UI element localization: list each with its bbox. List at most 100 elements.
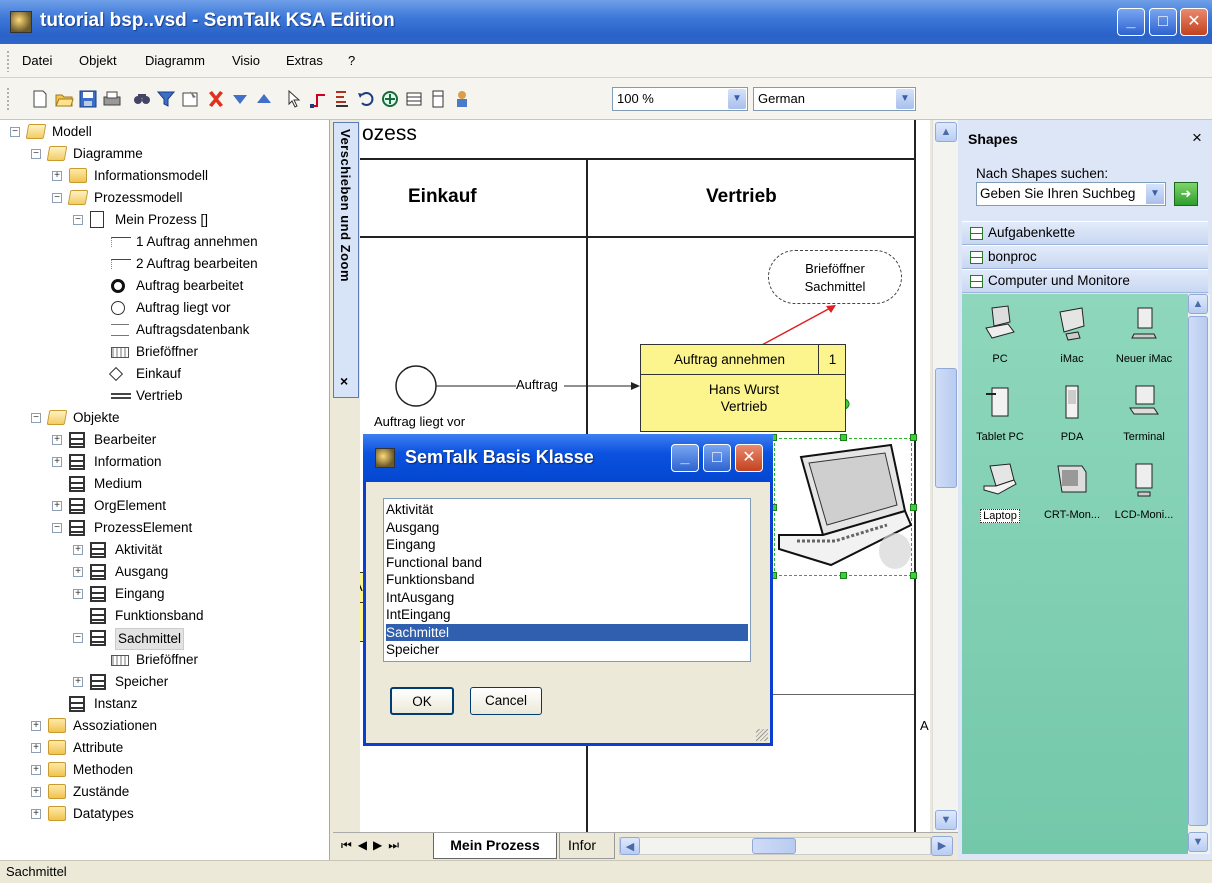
page-icon[interactable] bbox=[428, 89, 448, 109]
tree-node[interactable]: + Informationsmodell bbox=[0, 166, 329, 186]
shape-neuer-imac[interactable]: Neuer iMac bbox=[1110, 304, 1178, 365]
selection-handle[interactable] bbox=[840, 434, 847, 441]
collapse-icon[interactable]: − bbox=[31, 149, 41, 159]
minimize-button[interactable]: _ bbox=[1117, 8, 1145, 36]
tree-node[interactable]: − Objekte bbox=[0, 408, 329, 428]
scroll-down-button[interactable]: ▼ bbox=[935, 810, 957, 830]
tree-node[interactable]: Medium bbox=[0, 474, 329, 494]
stencil-bonproc[interactable]: bonproc bbox=[962, 245, 1208, 269]
collapse-icon[interactable]: − bbox=[31, 413, 41, 423]
selection-handle[interactable] bbox=[840, 572, 847, 579]
delete-icon[interactable] bbox=[206, 89, 226, 109]
tree-node[interactable]: + Methoden bbox=[0, 760, 329, 780]
find-icon[interactable] bbox=[132, 89, 152, 109]
scroll-down-button[interactable]: ▼ bbox=[1188, 832, 1208, 852]
scroll-thumb[interactable] bbox=[935, 368, 957, 488]
tree-node[interactable]: + Aktivität bbox=[0, 540, 329, 560]
toolbar-grip[interactable] bbox=[6, 87, 10, 111]
menu-visio[interactable]: Visio bbox=[232, 53, 260, 68]
expand-icon[interactable]: + bbox=[73, 567, 83, 577]
stencil-aufgabenkette[interactable]: Aufgabenkette bbox=[962, 221, 1208, 245]
expand-icon[interactable]: + bbox=[31, 721, 41, 731]
menu-help[interactable]: ? bbox=[348, 53, 355, 68]
expand-icon[interactable]: + bbox=[52, 501, 62, 511]
expand-icon[interactable]: + bbox=[31, 743, 41, 753]
chevron-down-icon[interactable]: ▼ bbox=[1146, 184, 1164, 204]
tree-node[interactable]: − Modell bbox=[0, 122, 329, 142]
tab-nav-buttons[interactable]: ⏮◀▶⏭ bbox=[341, 838, 405, 853]
tree-node[interactable]: − Prozessmodell bbox=[0, 188, 329, 208]
pointer-icon[interactable] bbox=[284, 89, 304, 109]
tree-node[interactable]: + Bearbeiter bbox=[0, 430, 329, 450]
close-icon[interactable]: × bbox=[340, 373, 348, 389]
close-button[interactable]: ✕ bbox=[735, 444, 763, 472]
stencil-shapes-area[interactable]: PC iMac Neuer iMac Tablet PC PDA Termina… bbox=[962, 294, 1188, 854]
arrow-up-icon[interactable] bbox=[254, 89, 274, 109]
scroll-right-button[interactable]: ▶ bbox=[931, 836, 953, 856]
open-icon[interactable] bbox=[54, 89, 74, 109]
text-icon[interactable] bbox=[332, 89, 352, 109]
filter-icon[interactable] bbox=[156, 89, 176, 109]
tree-node[interactable]: + Attribute bbox=[0, 738, 329, 758]
connector-icon[interactable] bbox=[308, 89, 328, 109]
selection-handle[interactable] bbox=[910, 434, 917, 441]
arrow-down-icon[interactable] bbox=[230, 89, 250, 109]
close-icon[interactable]: × bbox=[1192, 128, 1202, 148]
tree-node[interactable]: Funktionsband bbox=[0, 606, 329, 626]
expand-icon[interactable]: + bbox=[73, 677, 83, 687]
list-item[interactable]: IntEingang bbox=[386, 606, 748, 623]
ok-button[interactable]: OK bbox=[390, 687, 454, 715]
menu-objekt[interactable]: Objekt bbox=[79, 53, 117, 68]
search-go-button[interactable]: ➜ bbox=[1174, 182, 1198, 206]
collapse-icon[interactable]: − bbox=[73, 633, 83, 643]
menu-extras[interactable]: Extras bbox=[286, 53, 323, 68]
tree-node[interactable]: 2 Auftrag bearbeiten bbox=[0, 254, 329, 274]
collapse-icon[interactable]: − bbox=[10, 127, 20, 137]
expand-icon[interactable]: + bbox=[31, 809, 41, 819]
tree-node[interactable]: Brieföffner bbox=[0, 342, 329, 362]
people-icon[interactable] bbox=[452, 89, 472, 109]
tree-node[interactable]: Einkauf bbox=[0, 364, 329, 384]
tree-node[interactable]: + Ausgang bbox=[0, 562, 329, 582]
horizontal-scroll-thumb[interactable] bbox=[752, 838, 796, 854]
tree-node[interactable]: Instanz bbox=[0, 694, 329, 714]
tree-node[interactable]: Auftragsdatenbank bbox=[0, 320, 329, 340]
horizontal-scrollbar[interactable]: ◀ bbox=[619, 837, 931, 855]
list-item[interactable]: Sachmittel bbox=[386, 623, 748, 641]
language-select[interactable]: German ▼ bbox=[753, 87, 916, 111]
scroll-up-button[interactable]: ▲ bbox=[935, 122, 957, 142]
expand-icon[interactable]: + bbox=[52, 171, 62, 181]
new-icon[interactable] bbox=[30, 89, 50, 109]
cancel-button[interactable]: Cancel bbox=[470, 687, 542, 715]
collapse-icon[interactable]: − bbox=[52, 523, 62, 533]
maximize-button[interactable]: □ bbox=[703, 444, 731, 472]
tree-node[interactable]: + Assoziationen bbox=[0, 716, 329, 736]
menubar-grip[interactable] bbox=[6, 50, 10, 72]
shape-tablet-pc[interactable]: Tablet PC bbox=[966, 382, 1034, 443]
shape-crt-monitor[interactable]: CRT-Mon... bbox=[1038, 460, 1106, 521]
selection-handle[interactable] bbox=[910, 572, 917, 579]
selection-handle[interactable] bbox=[910, 504, 917, 511]
zoom-select[interactable]: 100 % ▼ bbox=[612, 87, 748, 111]
menu-diagramm[interactable]: Diagramm bbox=[145, 53, 205, 68]
stencil-computer-und-monitore[interactable]: Computer und Monitore bbox=[962, 269, 1208, 293]
list-item[interactable]: Speicher bbox=[386, 641, 748, 658]
expand-icon[interactable]: + bbox=[73, 545, 83, 555]
list-item[interactable]: Funktionsband bbox=[386, 571, 748, 588]
minimize-button[interactable]: _ bbox=[671, 444, 699, 472]
scroll-up-button[interactable]: ▲ bbox=[1188, 294, 1208, 314]
tree-node[interactable]: + Eingang bbox=[0, 584, 329, 604]
shape-pc[interactable]: PC bbox=[966, 304, 1034, 365]
tree-node[interactable]: + OrgElement bbox=[0, 496, 329, 516]
scroll-left-button[interactable]: ◀ bbox=[620, 837, 640, 855]
undo-icon[interactable] bbox=[356, 89, 376, 109]
expand-icon[interactable]: + bbox=[31, 765, 41, 775]
shape-imac[interactable]: iMac bbox=[1038, 304, 1106, 365]
list-item[interactable]: Functional band bbox=[386, 554, 748, 571]
list-item[interactable]: Aktivität bbox=[386, 501, 748, 518]
chevron-down-icon[interactable]: ▼ bbox=[896, 89, 914, 109]
maximize-button[interactable]: □ bbox=[1149, 8, 1177, 36]
list-item[interactable]: Ausgang bbox=[386, 519, 748, 536]
tree-node[interactable]: − ProzessElement bbox=[0, 518, 329, 538]
task-auftrag-annehmen[interactable]: Auftrag annehmen 1 Hans Wurst Vertrieb bbox=[640, 344, 846, 432]
